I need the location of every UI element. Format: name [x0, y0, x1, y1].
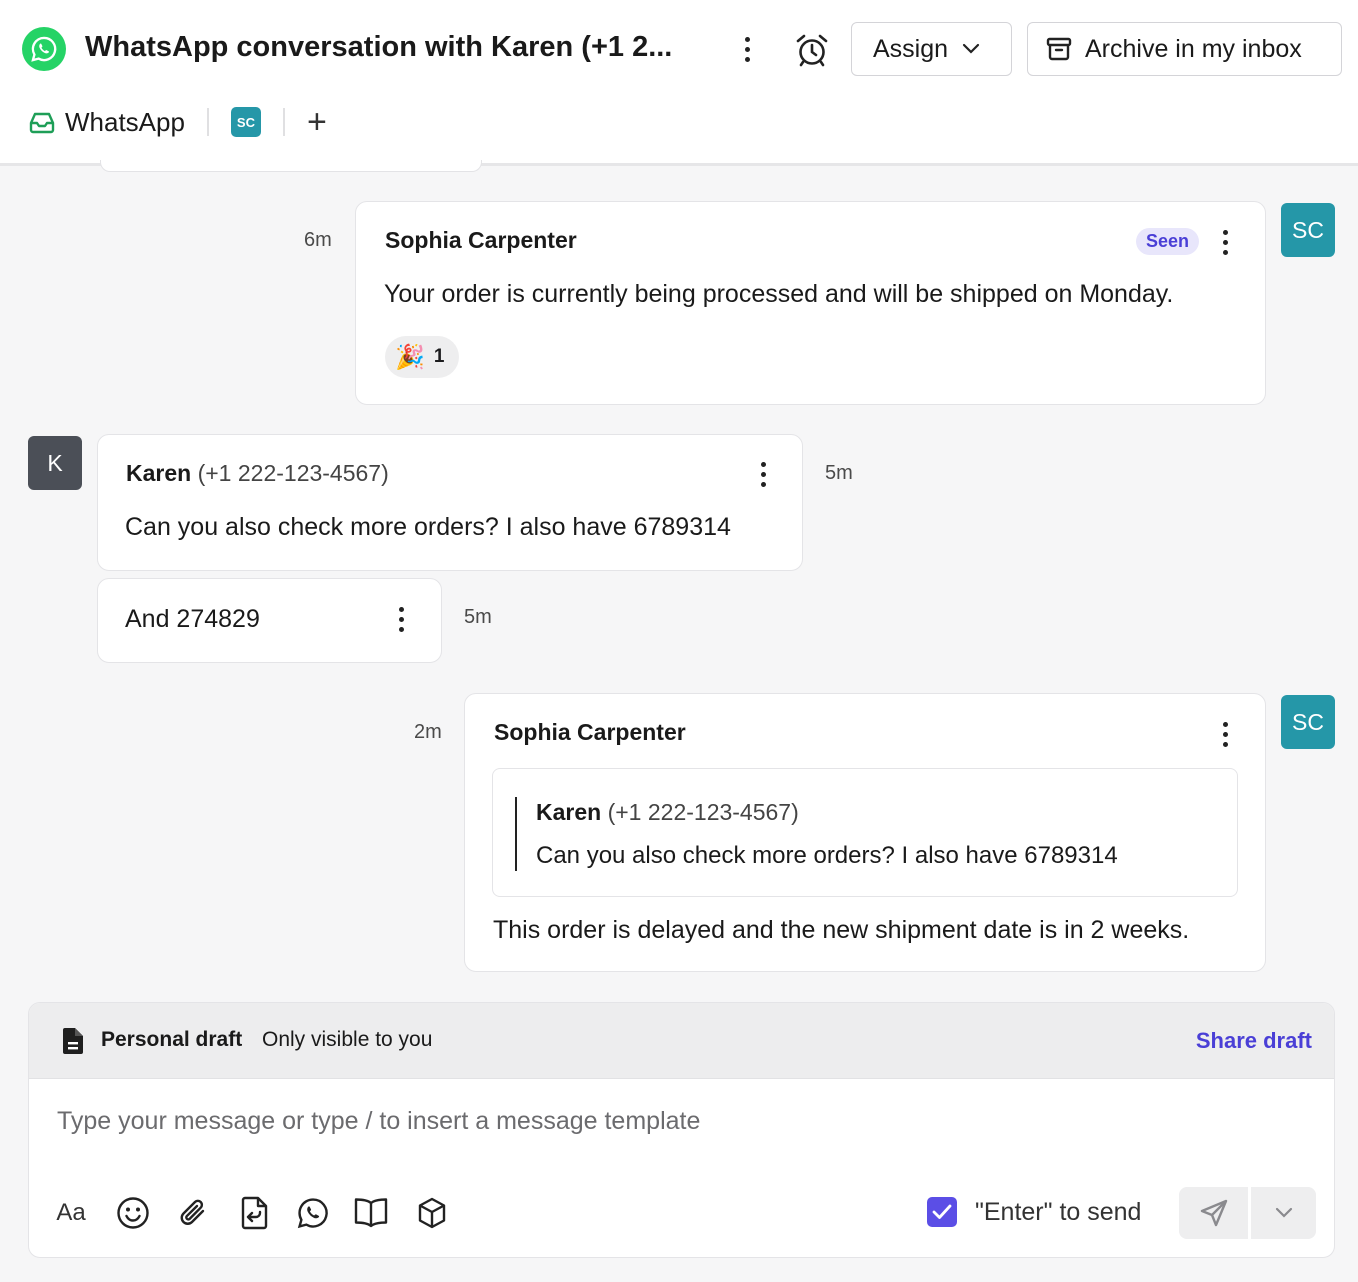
- message-sender: Sophia Carpenter: [494, 719, 686, 745]
- whatsapp-logo-icon: [22, 27, 66, 71]
- package-icon[interactable]: [414, 1195, 450, 1231]
- message-time: 6m: [304, 229, 332, 251]
- send-button-group: [1179, 1187, 1316, 1239]
- quoted-sender-name: Karen: [536, 799, 602, 825]
- message-text: This order is delayed and the new shipme…: [493, 916, 1190, 944]
- reply-template-icon[interactable]: [237, 1195, 273, 1231]
- assign-button[interactable]: Assign: [851, 22, 1012, 76]
- seen-badge: Seen: [1136, 228, 1199, 255]
- checkmark-icon: [932, 1204, 952, 1219]
- book-icon[interactable]: [353, 1195, 389, 1231]
- archive-button[interactable]: Archive in my inbox: [1027, 22, 1342, 76]
- message-sender: Sophia Carpenter: [385, 227, 577, 253]
- sender-name: Karen: [126, 460, 192, 486]
- message-time: 2m: [414, 721, 442, 743]
- message-options-icon[interactable]: [1215, 228, 1235, 256]
- message-time: 5m: [464, 606, 492, 628]
- enter-to-send-checkbox[interactable]: [927, 1197, 957, 1227]
- whatsapp-template-icon[interactable]: [295, 1195, 331, 1231]
- draft-title: Personal draft: [101, 1028, 243, 1051]
- previous-message-card: [100, 160, 482, 172]
- agent-avatar-small[interactable]: SC: [230, 107, 261, 137]
- inbox-icon: [29, 112, 55, 134]
- emoji-icon[interactable]: [115, 1195, 151, 1231]
- quoted-text: Can you also check more orders? I also h…: [536, 842, 1118, 869]
- more-options-icon[interactable]: [736, 32, 758, 66]
- agent-avatar: SC: [1281, 203, 1335, 257]
- text-format-icon[interactable]: Aa: [53, 1195, 89, 1231]
- document-icon: [63, 1028, 83, 1054]
- conversation-title: WhatsApp conversation with Karen (+1 2..…: [85, 31, 673, 63]
- paperclip-icon[interactable]: [176, 1195, 212, 1231]
- snooze-alarm-icon[interactable]: [793, 31, 831, 69]
- message-sender: Karen (+1 222-123-4567): [126, 460, 389, 487]
- sender-phone: (+1 222-123-4567): [197, 460, 389, 486]
- assign-label: Assign: [873, 34, 949, 63]
- quoted-sender-phone: (+1 222-123-4567): [607, 799, 799, 825]
- tab-whatsapp-label: WhatsApp: [65, 106, 185, 137]
- draft-subtitle: Only visible to you: [262, 1028, 433, 1051]
- message-options-icon[interactable]: [753, 460, 773, 488]
- message-composer: Personal draft Only visible to you Share…: [28, 1002, 1335, 1258]
- archive-icon: [1046, 37, 1072, 61]
- chevron-down-icon: [962, 43, 980, 54]
- customer-avatar: K: [28, 436, 82, 490]
- enter-to-send-label: "Enter" to send: [975, 1198, 1142, 1226]
- tab-divider: [282, 108, 285, 136]
- message-text: And 274829: [125, 605, 260, 633]
- add-tab-button[interactable]: +: [307, 105, 327, 139]
- reaction-count: 1: [433, 346, 445, 367]
- party-popper-icon: 🎉: [395, 343, 425, 371]
- message-options-icon[interactable]: [391, 605, 411, 633]
- send-options-button[interactable]: [1251, 1187, 1316, 1239]
- archive-label: Archive in my inbox: [1085, 34, 1302, 63]
- message-time: 5m: [825, 462, 853, 484]
- tab-divider: [206, 108, 209, 136]
- reaction-chip[interactable]: 🎉 1: [385, 336, 459, 378]
- send-icon: [1200, 1199, 1228, 1227]
- draft-bar: Personal draft Only visible to you Share…: [29, 1003, 1334, 1079]
- message-text: Your order is currently being processed …: [384, 280, 1174, 308]
- agent-avatar: SC: [1281, 695, 1335, 749]
- send-button[interactable]: [1179, 1187, 1249, 1239]
- message-options-icon[interactable]: [1215, 720, 1235, 748]
- quote-bar: [515, 797, 517, 871]
- customer-message-card: [97, 434, 803, 571]
- channel-tabs: WhatsApp SC +: [28, 100, 327, 144]
- message-input[interactable]: [57, 1107, 957, 1136]
- chevron-down-icon: [1275, 1207, 1292, 1218]
- share-draft-link[interactable]: Share draft: [1196, 1028, 1312, 1054]
- quoted-message[interactable]: [492, 768, 1238, 897]
- message-text: Can you also check more orders? I also h…: [125, 513, 731, 541]
- conversation-header: WhatsApp conversation with Karen (+1 2..…: [0, 0, 1358, 166]
- tab-whatsapp[interactable]: WhatsApp: [28, 107, 185, 138]
- quoted-sender: Karen (+1 222-123-4567): [536, 799, 799, 826]
